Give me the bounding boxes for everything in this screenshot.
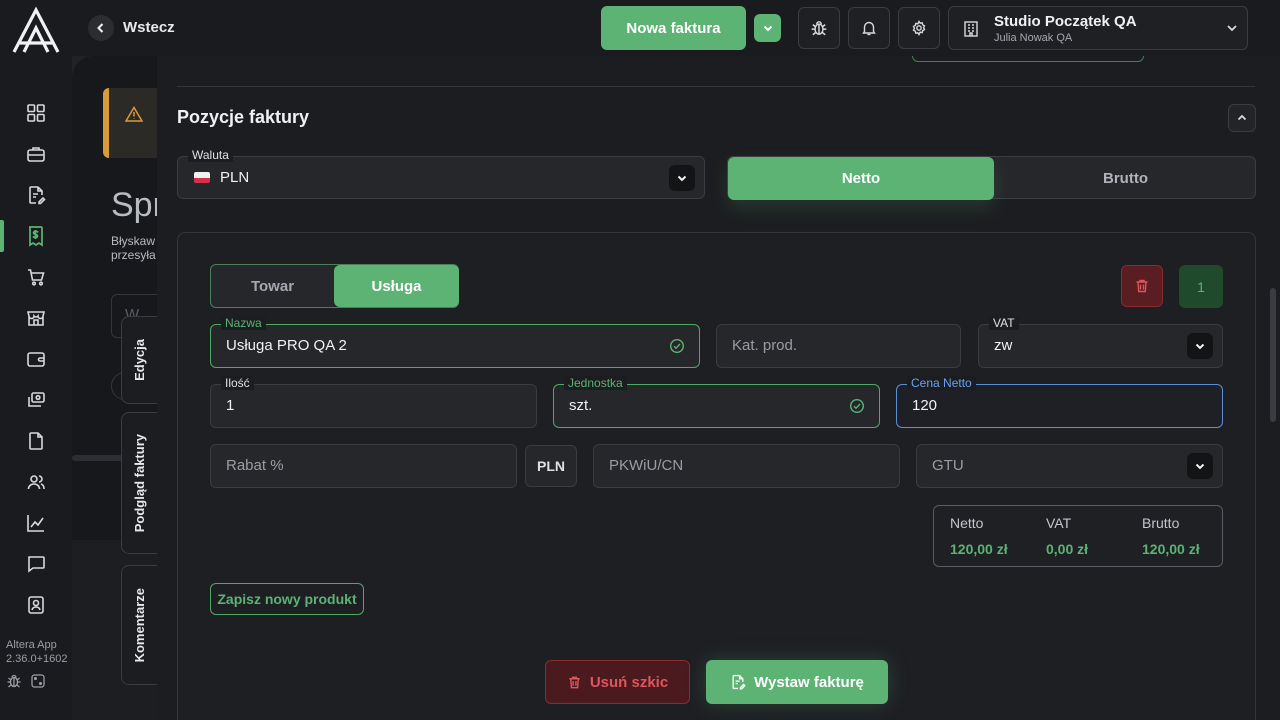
check-circle-icon	[849, 398, 865, 414]
product-category-field[interactable]: Kat. prod.	[716, 324, 961, 368]
debug-button[interactable]	[798, 7, 840, 49]
payments-icon[interactable]	[24, 388, 48, 412]
dashboard-icon[interactable]	[24, 101, 48, 125]
item-summary: Netto VAT Brutto 120,00 zł 0,00 zł 120,0…	[933, 505, 1223, 567]
bell-icon	[862, 21, 876, 36]
app-version: Altera App 2.36.0+1602	[6, 639, 68, 665]
chevron-down-icon[interactable]	[1187, 333, 1213, 359]
save-new-product-button[interactable]: Zapisz nowy produkt	[210, 583, 364, 615]
warning-icon	[125, 106, 143, 122]
wallet-icon[interactable]	[24, 347, 48, 371]
unit-value: szt.	[569, 397, 593, 414]
net-price-field[interactable]: Cena Netto 120	[896, 376, 1223, 428]
pkwiu-placeholder: PKWiU/CN	[609, 457, 684, 474]
chevron-left-icon	[97, 23, 104, 33]
chevron-down-icon	[763, 25, 772, 32]
issue-invoice-button[interactable]: Wystaw fakturę	[706, 660, 888, 704]
document-edit-icon[interactable]	[24, 183, 48, 207]
currency-value: PLN	[220, 169, 250, 186]
net-price-value: 120	[912, 397, 938, 414]
vat-value: zw	[994, 337, 1013, 354]
tab-invoice-preview[interactable]: Podgląd faktury	[121, 412, 157, 554]
altera-logo[interactable]	[10, 6, 62, 54]
contact-icon[interactable]	[24, 593, 48, 617]
bug-icon	[811, 21, 827, 36]
pkwiu-field[interactable]: PKWiU/CN	[593, 444, 900, 488]
users-icon[interactable]	[24, 470, 48, 494]
brutto-option[interactable]: Brutto	[994, 157, 1257, 200]
summary-vat-value: 0,00 zł	[1046, 541, 1089, 557]
delete-item-button[interactable]	[1121, 265, 1163, 307]
chevron-down-icon[interactable]	[669, 165, 695, 191]
poland-flag-icon	[194, 172, 210, 183]
trash-icon	[569, 676, 580, 688]
file-icon[interactable]	[24, 429, 48, 453]
check-circle-icon	[669, 338, 685, 354]
item-number-badge: 1	[1179, 265, 1223, 308]
trash-icon	[1136, 279, 1148, 293]
unit-field[interactable]: Jednostka szt.	[553, 376, 880, 428]
discount-placeholder: Rabat %	[226, 457, 284, 474]
company-user: Julia Nowak QA	[994, 32, 1073, 44]
notifications-button[interactable]	[848, 7, 890, 49]
store-icon[interactable]	[24, 306, 48, 330]
collapse-button[interactable]	[1228, 104, 1256, 132]
summary-gross-value: 120,00 zł	[1142, 541, 1200, 557]
scrollbar[interactable]	[1270, 288, 1276, 422]
building-icon	[962, 20, 980, 38]
background-text: Błyskaw przesyła	[111, 234, 156, 262]
background-title: Spr	[111, 186, 164, 224]
company-switcher[interactable]: Studio Początek QA Julia Nowak QA	[948, 6, 1248, 50]
currency-label: Waluta	[188, 148, 233, 162]
chevron-up-icon	[1237, 114, 1247, 121]
discount-field[interactable]: Rabat %	[210, 444, 517, 488]
quantity-field[interactable]: Ilość 1	[210, 376, 537, 428]
cart-icon[interactable]	[24, 265, 48, 289]
briefcase-icon[interactable]	[24, 142, 48, 166]
item-name-value: Usługa PRO QA 2	[226, 337, 347, 354]
summary-gross-label: Brutto	[1142, 515, 1180, 531]
chevron-down-icon[interactable]	[1187, 453, 1213, 479]
gtu-placeholder: GTU	[932, 457, 964, 474]
left-rail: Altera App 2.36.0+1602	[0, 0, 72, 720]
item-name-field[interactable]: Nazwa Usługa PRO QA 2	[210, 316, 700, 368]
dice-icon[interactable]	[30, 673, 46, 689]
active-indicator	[0, 220, 4, 252]
summary-net-value: 120,00 zł	[950, 541, 1008, 557]
new-invoice-button[interactable]: Nowa faktura	[601, 6, 746, 50]
bug-icon[interactable]	[6, 673, 22, 689]
field-edge	[912, 56, 1144, 62]
back-button[interactable]	[88, 15, 114, 41]
back-label[interactable]: Wstecz	[123, 19, 175, 36]
chevron-down-icon	[1225, 21, 1239, 35]
divider	[177, 86, 1255, 87]
invoice-dollar-icon[interactable]	[24, 224, 48, 248]
chat-icon[interactable]	[24, 552, 48, 576]
service-option[interactable]: Usługa	[334, 265, 459, 307]
tab-edit[interactable]: Edycja	[121, 316, 157, 404]
company-name: Studio Początek QA	[994, 13, 1137, 30]
summary-vat-label: VAT	[1046, 515, 1072, 531]
background-alert	[103, 88, 163, 158]
vat-select[interactable]: VAT zw	[978, 316, 1223, 368]
goods-option[interactable]: Towar	[211, 265, 334, 307]
discount-currency-chip[interactable]: PLN	[525, 445, 577, 487]
quantity-value: 1	[226, 397, 235, 414]
new-invoice-dropdown-button[interactable]	[754, 14, 781, 42]
chart-icon[interactable]	[24, 511, 48, 535]
currency-select[interactable]: Waluta PLN	[177, 148, 705, 199]
section-title: Pozycje faktury	[177, 107, 310, 127]
gear-icon	[912, 20, 926, 36]
document-edit-icon	[732, 674, 746, 690]
settings-button[interactable]	[898, 7, 940, 49]
gtu-select[interactable]: GTU	[916, 444, 1223, 488]
item-type-toggle: Towar Usługa	[210, 264, 459, 308]
delete-draft-button[interactable]: Usuń szkic	[545, 660, 690, 704]
netto-option[interactable]: Netto	[728, 157, 994, 200]
price-mode-toggle: Netto Brutto	[727, 156, 1257, 200]
summary-net-label: Netto	[950, 515, 984, 531]
product-category-placeholder: Kat. prod.	[732, 337, 798, 354]
tab-comments[interactable]: Komentarze	[121, 565, 157, 685]
